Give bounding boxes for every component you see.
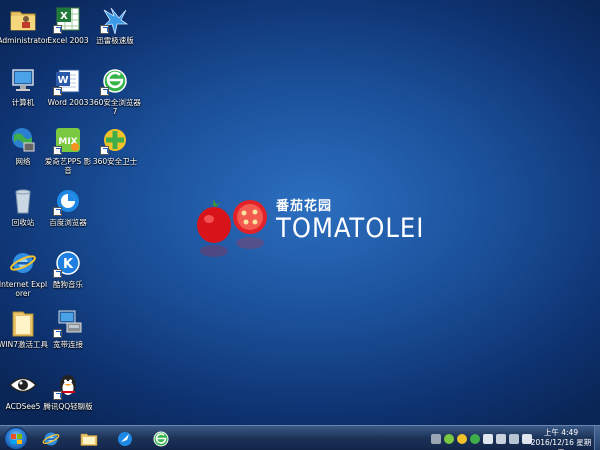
desktop-icon-recycle-bin[interactable]: 回收站 [0,186,46,227]
tray-tools-icon[interactable] [496,434,506,444]
desktop-icon-broadband[interactable]: 宽带连接 [45,308,91,349]
network-icon [8,125,38,155]
show-desktop-button[interactable] [594,426,600,450]
ie-icon [8,248,38,278]
desktop-icon-qq[interactable]: 腾讯QQ轻聊版 [43,370,93,411]
tray-flag-icon[interactable] [483,434,493,444]
desktop-icon-word[interactable]: W Word 2003 [45,66,91,107]
computer-icon [8,66,38,96]
tray-network-icon[interactable] [509,434,519,444]
taskbar-browser[interactable] [108,428,142,449]
clock-time: 上午 4:49 [543,428,579,437]
desktop: Administrator 计算机 网络 回收站 Internet Explor… [0,0,600,425]
svg-text:W: W [57,75,68,86]
taskbar-clock[interactable]: 上午 4:49 2016/12/16 星期五 [530,428,592,450]
taskbar-ie[interactable] [34,428,68,449]
shortcut-arrow-icon [53,207,62,216]
shortcut-arrow-icon [53,146,62,155]
desktop-icon-kugou[interactable]: K 酷狗音乐 [45,248,91,289]
tray-keyboard-icon[interactable] [431,434,441,444]
desktop-icon-baidu-browser[interactable]: 百度浏览器 [45,186,91,227]
tray-360-safe-icon[interactable] [470,434,480,444]
word-icon: W [53,66,83,96]
desktop-icon-label: 腾讯QQ轻聊版 [43,402,93,411]
shortcut-arrow-icon [100,87,109,96]
desktop-icon-label: 百度浏览器 [49,218,87,227]
start-button[interactable] [4,427,28,450]
360-guard-icon [100,125,130,155]
desktop-icon-network[interactable]: 网络 [0,125,46,166]
shortcut-arrow-icon [53,391,62,400]
broadband-icon [53,308,83,338]
desktop-icon-360-browser[interactable]: 360安全浏览器7 [89,66,141,116]
desktop-icon-label: 爱奇艺PPS 影音 [44,157,92,175]
shortcut-arrow-icon [100,146,109,155]
thunder-icon [100,4,130,34]
shortcut-arrow-icon [53,87,62,96]
folder-icon [8,308,38,338]
browser-icon [118,431,132,446]
svg-text:K: K [63,257,74,272]
qq-icon [53,370,83,400]
desktop-icon-label: 360安全浏览器7 [89,98,141,116]
shortcut-arrow-icon [100,25,109,34]
tray-shield-icon[interactable] [457,434,467,444]
desktop-icon-internet-explorer[interactable]: Internet Explorer [0,248,47,298]
desktop-icon-administrator[interactable]: Administrator [0,4,49,45]
taskbar: 上午 4:49 2016/12/16 星期五 [0,425,600,450]
acdsee-icon [8,370,38,400]
pps-icon: MIX [53,125,83,155]
recycle-bin-icon [8,186,38,216]
desktop-icon-label: 酷狗音乐 [53,280,83,289]
desktop-icon-label: 迅雷极速版 [96,36,134,45]
desktop-icon-excel[interactable]: X Excel 2003 [45,4,91,45]
taskbar-360-browser[interactable] [144,428,178,449]
desktop-icon-label: Excel 2003 [47,36,89,45]
tomato-icon [197,199,267,257]
shortcut-arrow-icon [53,329,62,338]
360-browser-icon [100,66,130,96]
desktop-icon-label: Word 2003 [47,98,89,107]
shortcut-arrow-icon [53,269,62,278]
desktop-icon-win7-activation[interactable]: WIN7激活工具 [0,308,48,349]
taskbar-explorer[interactable] [72,428,106,449]
desktop-icon-label: 360安全卫士 [92,157,138,166]
desktop-icon-computer[interactable]: 计算机 [0,66,46,107]
desktop-icon-thunder[interactable]: 迅雷极速版 [92,4,138,45]
tray-360-icon[interactable] [444,434,454,444]
kugou-icon: K [53,248,83,278]
360-browser-icon [153,431,169,446]
desktop-icon-acdsee[interactable]: ACDSee5 [0,370,46,411]
windows-logo-icon [11,434,22,444]
clock-date: 2016/12/16 星期五 [530,438,592,450]
system-tray [431,431,532,447]
svg-text:X: X [60,11,68,22]
excel-icon: X [53,4,83,34]
tomatolei-logo: 番茄花园 TOMATOLEI [192,193,432,268]
explorer-folder-icon [80,433,98,446]
baidu-browser-icon [53,186,83,216]
ie-icon [42,432,60,445]
folder-user-icon [8,4,38,34]
shortcut-arrow-icon [53,25,62,34]
desktop-icon-label: 宽带连接 [53,340,83,349]
desktop-icon-pps[interactable]: MIX 爱奇艺PPS 影音 [45,125,91,175]
desktop-icon-360-guard[interactable]: 360安全卫士 [92,125,138,166]
logo-chinese-text: 番茄花园 [276,199,333,214]
logo-english-text: TOMATOLEI [276,213,425,244]
